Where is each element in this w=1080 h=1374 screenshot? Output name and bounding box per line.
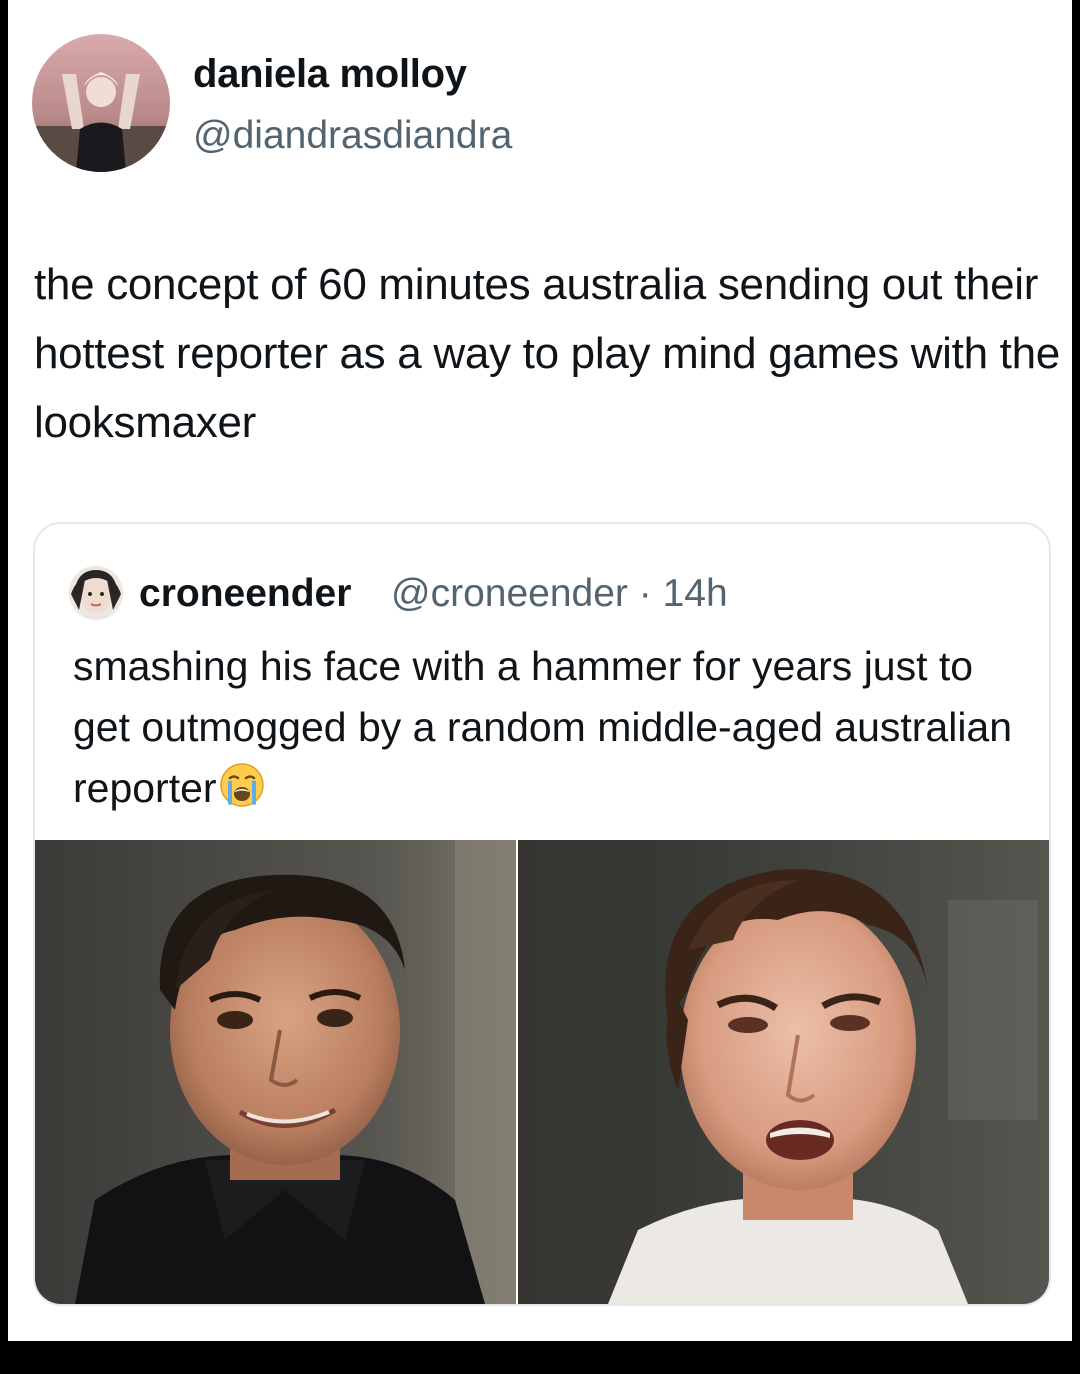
quoted-author-avatar[interactable] xyxy=(69,566,123,620)
quoted-author-handle[interactable]: @croneender xyxy=(391,572,628,615)
meta-separator: · xyxy=(638,572,652,615)
quoted-tweet-media xyxy=(35,840,1049,1304)
quoted-tweet[interactable]: croneender @croneender · 14h smashing hi… xyxy=(33,522,1051,1306)
quoted-tweet-text-block: smashing his face with a hammer for year… xyxy=(73,636,1033,819)
author-handle[interactable]: @diandrasdiandra xyxy=(193,114,512,158)
interviewee-photo[interactable] xyxy=(518,840,1049,1304)
author-avatar[interactable] xyxy=(32,34,170,172)
tweet-text: the concept of 60 minutes australia send… xyxy=(34,260,1060,447)
loudly-crying-face-emoji-icon xyxy=(219,762,265,808)
quoted-tweet-time[interactable]: 14h xyxy=(663,572,728,615)
reporter-photo[interactable] xyxy=(35,840,516,1304)
quoted-author-display-name[interactable]: croneender xyxy=(139,572,351,616)
quoted-author-meta: @croneender · 14h xyxy=(391,572,728,616)
quoted-tweet-text: smashing his face with a hammer for year… xyxy=(73,643,1013,811)
author-display-name[interactable]: daniela molloy xyxy=(193,52,467,97)
tweet-card: daniela molloy @diandrasdiandra the conc… xyxy=(8,0,1072,1341)
